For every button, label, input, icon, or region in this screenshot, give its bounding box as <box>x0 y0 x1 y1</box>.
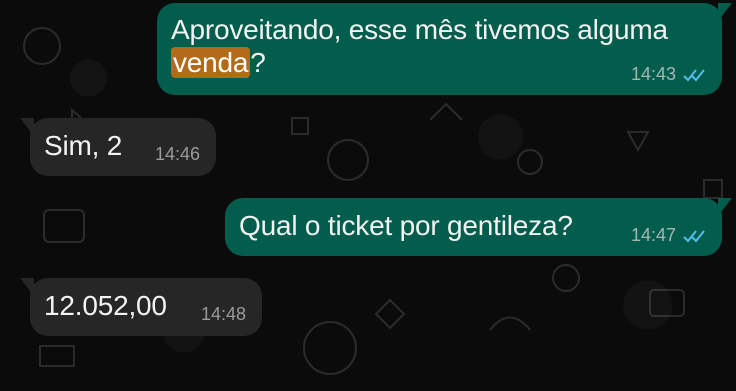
message-text: Aproveitando, esse mês tivemos alguma ve… <box>171 14 668 79</box>
message-time: 14:43 <box>630 64 676 84</box>
message-time: 14:48 <box>200 304 246 324</box>
double-check-icon <box>683 229 705 242</box>
search-highlight: venda <box>171 47 251 79</box>
message-meta: 14:47 <box>631 225 708 246</box>
message-meta: 14:46 <box>155 144 200 165</box>
message-bubble-incoming[interactable]: Sim, 2 14:46 <box>20 118 216 176</box>
message-bubble-incoming[interactable]: 12.052,00 14:48 <box>20 278 262 336</box>
message-bubble-outgoing[interactable]: Qual o ticket por gentileza? 14:47 <box>225 198 732 256</box>
message-bubble-outgoing[interactable]: Aproveitando, esse mês tivemos alguma ve… <box>157 3 732 95</box>
double-check-icon <box>683 68 705 81</box>
message-time: 14:46 <box>154 144 200 164</box>
message-meta: 14:48 <box>201 304 246 325</box>
message-time: 14:47 <box>630 225 676 245</box>
message-meta: 14:43 <box>631 64 708 85</box>
